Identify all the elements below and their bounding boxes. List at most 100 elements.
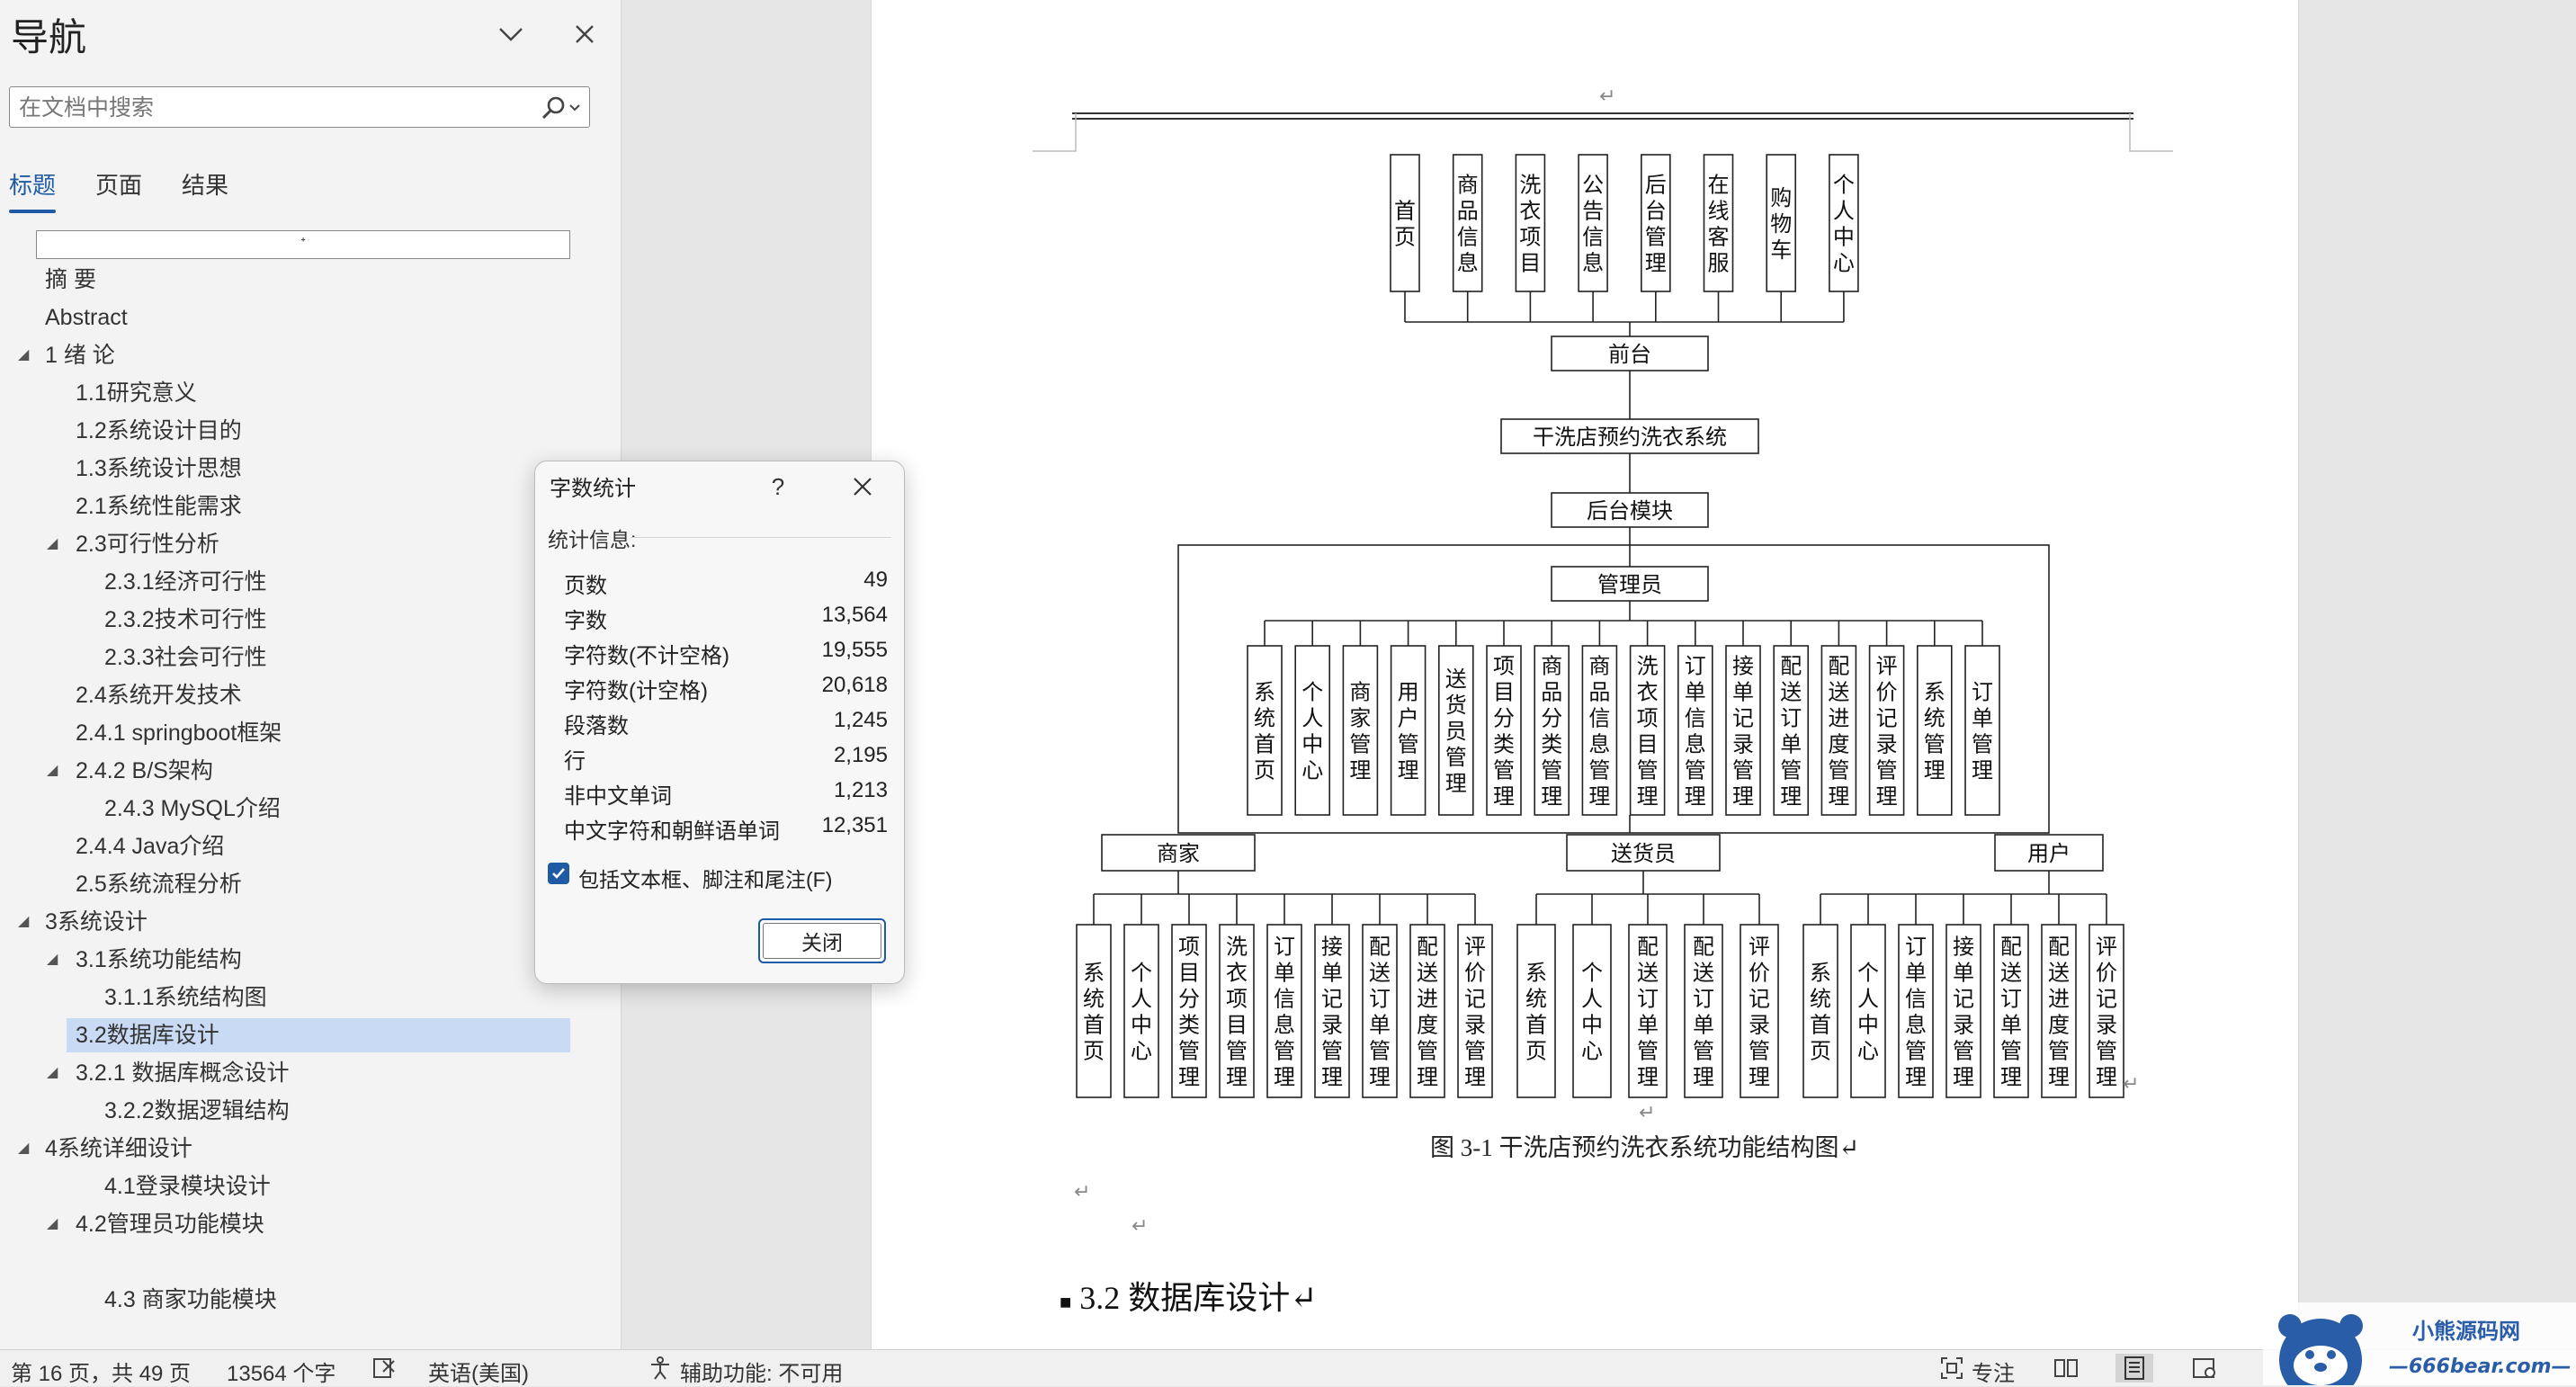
- diagram-char: 信: [1582, 226, 1604, 250]
- diagram-char: 录: [1464, 1014, 1486, 1038]
- diagram-char: 个: [1833, 174, 1855, 198]
- diagram-char: 物: [1770, 212, 1792, 237]
- diagram-char: 目: [1637, 733, 1659, 757]
- language-indicator[interactable]: 英语(美国): [428, 1356, 529, 1387]
- diagram-char: 信: [1274, 988, 1295, 1012]
- diagram-char: 配: [2048, 935, 2070, 960]
- admin-node-label: 管理员: [1597, 573, 1662, 597]
- diagram-char: 服: [1708, 252, 1730, 276]
- stat-row: 字数 13,564: [564, 603, 888, 635]
- diagram-char: 理: [1637, 785, 1659, 810]
- include-textbox-checkbox[interactable]: [548, 863, 569, 884]
- diagram-char: 配: [1828, 655, 1849, 679]
- status-bar: 第 16 页，共 49 页 13564 个字 英语(美国) 辅助功能: 不可用 …: [0, 1349, 2576, 1386]
- diagram-char: 理: [2000, 1066, 2022, 1090]
- diagram-char: 息: [1905, 1014, 1927, 1038]
- diagram-char: 单: [2000, 1014, 2022, 1038]
- diagram-char: 订: [1274, 935, 1295, 960]
- diagram-char: 理: [1588, 785, 1610, 810]
- diagram-char: 理: [1178, 1066, 1200, 1090]
- diagram-char: 后: [1645, 174, 1667, 198]
- diagram-char: 洗: [1637, 655, 1659, 679]
- diagram-char: 页: [1525, 1040, 1547, 1064]
- diagram-char: 订: [1972, 681, 1993, 705]
- diagram-char: 理: [2048, 1066, 2070, 1090]
- diagram-char: 管: [2096, 1040, 2117, 1064]
- diagram-char: 管: [1541, 759, 1562, 783]
- diagram-char: 系: [1083, 962, 1105, 986]
- diagram-char: 中: [1581, 1014, 1603, 1038]
- diagram-char: 管: [1749, 1040, 1770, 1064]
- diagram-char: 单: [1321, 962, 1343, 986]
- diagram-char: 送: [1780, 681, 1802, 705]
- diagram-char: 页: [1810, 1040, 1831, 1064]
- diagram-char: 配: [1369, 935, 1391, 960]
- diagram-char: 管: [1953, 1040, 1974, 1064]
- word-count-indicator[interactable]: 13564 个字: [227, 1356, 335, 1387]
- diagram-char: 理: [1445, 772, 1467, 796]
- system-node-label: 干洗店预约洗衣系统: [1533, 425, 1727, 450]
- diagram-char: 管: [1693, 1040, 1714, 1064]
- diagram-char: 系: [1254, 681, 1275, 705]
- diagram-char: 理: [1226, 1066, 1248, 1090]
- diagram-char: 接: [1321, 935, 1343, 960]
- diagram-char: 单: [1274, 962, 1295, 986]
- web-layout-icon: [2193, 1358, 2215, 1378]
- section-heading-text: 3.2 数据库设计↵: [1079, 1280, 1318, 1316]
- stat-label: 段落数: [564, 714, 629, 738]
- stat-label: 非中文单词: [564, 784, 672, 809]
- diagram-char: 信: [1457, 226, 1479, 250]
- paragraph-mark: ↵: [2123, 1072, 2140, 1095]
- statistics-label: 统计信息:: [548, 528, 637, 551]
- diagram-char: 单: [1905, 962, 1927, 986]
- diagram-char: 度: [1828, 733, 1849, 757]
- include-textbox-label[interactable]: 包括文本框、脚注和尾注(F): [578, 863, 832, 893]
- diagram-char: 品: [1457, 200, 1479, 224]
- diagram-char: 理: [1349, 759, 1371, 783]
- focus-mode-button[interactable]: 专注: [1972, 1356, 2015, 1387]
- diagram-char: 项: [1637, 707, 1659, 731]
- diagram-char: 衣: [1226, 962, 1248, 986]
- diagram-char: 项: [1519, 226, 1541, 250]
- diagram-char: 理: [1749, 1066, 1770, 1090]
- diagram-char: 心: [1857, 1040, 1879, 1064]
- dialog-help-button[interactable]: ?: [760, 469, 796, 505]
- stat-value: 2,195: [833, 743, 888, 767]
- web-layout-button[interactable]: [2191, 1354, 2218, 1383]
- accessibility-status[interactable]: 辅助功能: 不可用: [680, 1356, 843, 1387]
- diagram-char: 理: [1732, 785, 1754, 810]
- stat-label: 字符数(不计空格): [564, 644, 729, 668]
- diagram-char: 理: [1493, 785, 1515, 810]
- proofing-status-button[interactable]: [371, 1354, 398, 1383]
- diagram-char: 人: [1857, 988, 1879, 1012]
- page-number-indicator[interactable]: 第 16 页，共 49 页: [11, 1356, 191, 1387]
- courier-node-label: 送货员: [1611, 842, 1676, 866]
- diagram-char: 单: [1637, 1014, 1659, 1038]
- diagram-char: 评: [1464, 935, 1486, 960]
- diagram-char: 送: [2048, 962, 2070, 986]
- close-button[interactable]: 关闭: [758, 918, 886, 963]
- diagram-char: 订: [1905, 935, 1927, 960]
- diagram-char: 统: [1083, 988, 1105, 1012]
- diagram-char: 订: [1780, 707, 1802, 731]
- diagram-char: 目: [1493, 681, 1515, 705]
- diagram-char: 订: [1685, 655, 1706, 679]
- diagram-char: 单: [1732, 681, 1754, 705]
- stat-row: 行 2,195: [564, 743, 888, 775]
- diagram-char: 心: [1301, 759, 1323, 783]
- watermark-brand: 小熊源码网: [2412, 1319, 2520, 1344]
- diagram-char: 品: [1541, 681, 1562, 705]
- dialog-close-x-button[interactable]: [845, 469, 881, 505]
- diagram-char: 洗: [1519, 174, 1541, 198]
- diagram-char: 管: [1637, 1040, 1659, 1064]
- diagram-char: 中: [1857, 1014, 1879, 1038]
- read-mode-button[interactable]: [2053, 1354, 2080, 1383]
- diagram-char: 度: [2048, 1014, 2070, 1038]
- diagram-char: 管: [1398, 733, 1419, 757]
- diagram-char: 心: [1833, 252, 1855, 276]
- diagram-char: 管: [1274, 1040, 1295, 1064]
- diagram-char: 首: [1083, 1014, 1105, 1038]
- diagram-char: 中: [1301, 733, 1323, 757]
- print-layout-button[interactable]: [2115, 1354, 2153, 1383]
- diagram-char: 记: [1732, 707, 1754, 731]
